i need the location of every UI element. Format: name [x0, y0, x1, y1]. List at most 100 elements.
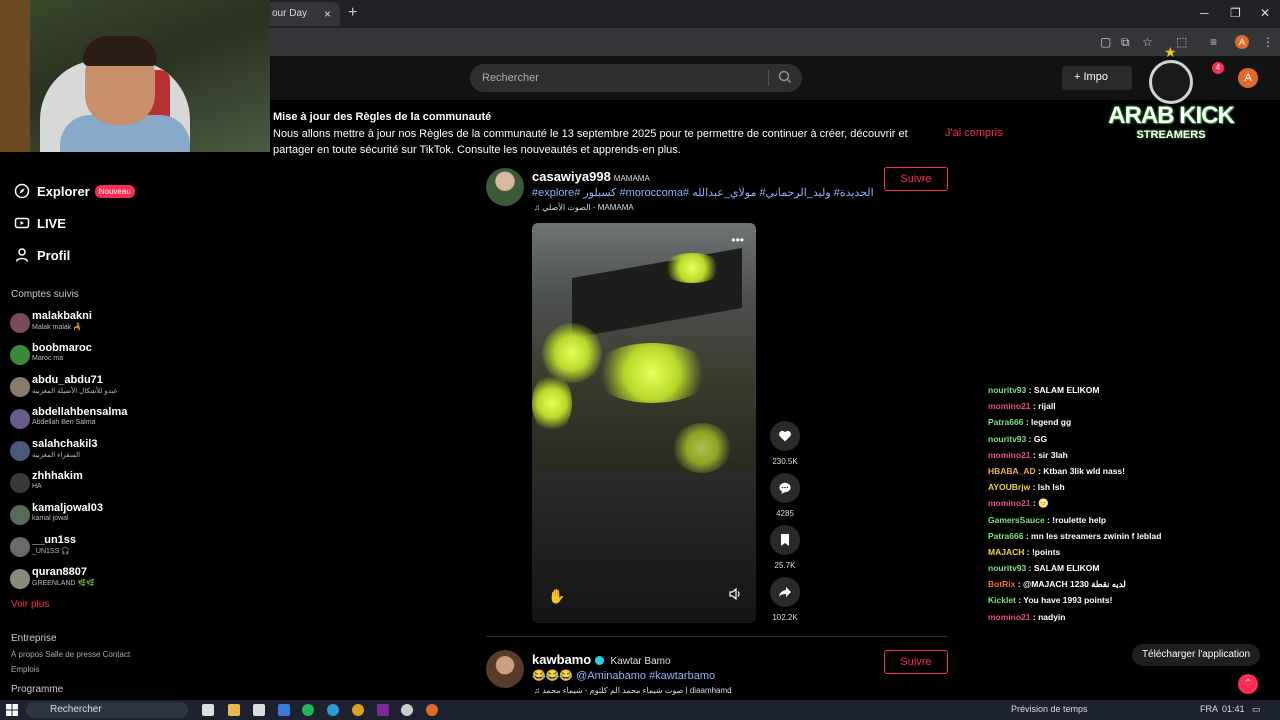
more-options-icon[interactable]: ••• [731, 233, 744, 247]
video-player[interactable]: ••• ✋ [532, 223, 756, 623]
sidebar-account[interactable]: boobmaroc Maroc ma [10, 342, 190, 372]
chat-message: GamersSauce : !roulette help [988, 514, 1107, 525]
chat-message: nouritv93 : SALAM ELIKOM [988, 563, 1100, 574]
post-username: kawbamo [532, 652, 592, 667]
sidebar-account[interactable]: abdu_abdu71 عبدو للأشكال الأصيلة المغربية [10, 374, 190, 404]
translate-icon[interactable]: ⧉ [1121, 35, 1130, 50]
post-author[interactable]: kawbamo Kawtar Bamo [532, 652, 671, 667]
post-author-avatar[interactable] [486, 650, 524, 688]
browser-toolbar: ▢ ⧉ ☆ ⬚ ≡ A ⋮ [270, 28, 1280, 56]
chat-message: Kicklet : You have 1993 points! [988, 595, 1113, 606]
scroll-top-icon[interactable]: ⌃ [1238, 674, 1258, 694]
post-nickname: Kawtar Bamo [610, 656, 671, 667]
weather-widget[interactable]: Prévision de temps [1011, 704, 1088, 714]
sidebar-account[interactable]: __un1ss _UN1SS 🎧 [10, 534, 190, 564]
notice-accept-button[interactable]: J'ai compris [945, 127, 1003, 139]
chrome-icon[interactable] [352, 704, 364, 716]
sidebar-account[interactable]: salahchakil3 السفراء المغربية [10, 438, 190, 468]
sidebar-item-label: Explorer [37, 183, 90, 199]
post-author[interactable]: casawiya998 MAMAMA [532, 169, 650, 184]
sidebar-item-live[interactable]: LIVE [14, 215, 66, 231]
avatar[interactable]: A [1238, 68, 1258, 88]
arab-kick-streamers-logo: ★ ARAB KICK STREAMERS [1106, 44, 1236, 154]
obs-icon[interactable] [401, 704, 413, 716]
spotify-icon[interactable] [302, 704, 314, 716]
bookmark-star-icon[interactable]: ☆ [1142, 35, 1153, 49]
browser-menu-icon[interactable]: ⋮ [1262, 35, 1274, 49]
company-links[interactable]: À propos Salle de presse Contact [11, 650, 130, 659]
chat-message: Patra666 : legend gg [988, 417, 1072, 428]
chat-text: SALAM ELIKOM [1033, 385, 1100, 395]
volume-icon[interactable] [728, 587, 742, 601]
chat-text: SALAM ELIKOM [1033, 563, 1100, 574]
browser-tabbar: our Day × + ─ ❐ ✕ [270, 0, 1280, 28]
post-caption[interactable]: 😂😂😂 @Aminabamo #kawtarbamo [532, 669, 715, 682]
app-icon[interactable] [278, 704, 290, 716]
minimize-icon[interactable]: ─ [1200, 6, 1209, 20]
new-tab-icon[interactable]: + [348, 4, 357, 22]
sidebar-item-profil[interactable]: Profil [14, 247, 70, 263]
account-name: abdu_abdu71 [32, 374, 103, 386]
avatar [10, 441, 30, 461]
chat-text: @MAJACH 1230 لديه نقطة [1022, 579, 1126, 590]
chat-text: GG [1033, 433, 1048, 444]
following-title: Comptes suivis [11, 289, 79, 300]
windows-start-icon[interactable] [6, 704, 18, 716]
chat-text: rijall [1038, 401, 1056, 412]
file-explorer-icon[interactable] [228, 704, 240, 716]
chat-username: MAJACH [988, 546, 1025, 557]
chat-text: !points [1031, 546, 1061, 557]
account-nickname: kamal jowal [32, 515, 69, 522]
notice-title: Mise à jour des Règles de la communauté [273, 111, 492, 123]
see-more-link[interactable]: Voir plus [11, 599, 49, 610]
post-music[interactable]: ♫ صوت شيماء محمد الم كلثوم - شيماء محمد … [534, 686, 732, 695]
post-music[interactable]: ♫ الصوت الأصلي - MAMAMA [534, 203, 634, 212]
save-action[interactable]: 25.7K [770, 525, 800, 570]
store-icon[interactable] [253, 704, 265, 716]
jobs-link[interactable]: Emplois [11, 665, 39, 674]
account-nickname: GREENLAND 🌿🌿 [32, 580, 95, 587]
account-name: zhhhakim [32, 470, 83, 482]
follow-button[interactable]: Suivre [884, 167, 948, 191]
chat-username: nouritv93 [988, 433, 1027, 444]
download-app-button[interactable]: Télécharger l'application [1132, 644, 1260, 666]
follow-button[interactable]: Suivre [884, 650, 948, 674]
avatar [10, 537, 30, 557]
app-icon[interactable] [377, 704, 389, 716]
share-action[interactable]: 102.2K [770, 577, 800, 622]
extensions-icon[interactable]: ⬚ [1176, 35, 1187, 49]
tab-search-icon[interactable]: ≡ [1210, 35, 1217, 49]
close-window-icon[interactable]: ✕ [1260, 6, 1270, 20]
sidebar-account[interactable]: quran8807 GREENLAND 🌿🌿 [10, 566, 190, 596]
chrome-profile-icon[interactable] [426, 704, 438, 716]
verified-icon [594, 656, 604, 666]
language-indicator[interactable]: FRA [1200, 704, 1218, 714]
search-input[interactable]: Rechercher [482, 72, 539, 84]
sidebar-account[interactable]: abdellahbensalma Abdellah Ben Salma [10, 406, 190, 436]
stream-chat-overlay: nouritv93 : SALAM ELIKOM momino21 : rijal… [988, 382, 1268, 625]
browser-profile-avatar[interactable]: A [1235, 35, 1249, 49]
like-action[interactable]: 230.5K [770, 421, 800, 466]
tab-close-icon[interactable]: × [324, 7, 331, 21]
post-caption[interactable]: #explore# كسبلور #moroccoma# الجديدة# ول… [532, 186, 874, 199]
program-title: Programme [11, 684, 64, 695]
search-icon[interactable] [778, 70, 792, 84]
chat-text: sir 3lah [1038, 449, 1068, 460]
sidebar-account[interactable]: zhhhakim HA [10, 470, 190, 500]
sidebar-item-explorer[interactable]: Explorer Nouveau [14, 183, 135, 199]
task-view-icon[interactable] [202, 704, 214, 716]
notification-center-icon[interactable]: ▭ [1252, 704, 1261, 715]
post-author-avatar[interactable] [486, 168, 524, 206]
edge-icon[interactable] [327, 704, 339, 716]
sidebar-account[interactable]: malakbakni Malak malak 🦂 [10, 310, 190, 340]
cast-icon[interactable]: ▢ [1100, 35, 1111, 49]
sidebar-account[interactable]: kamaljowal03 kamal jowal [10, 502, 190, 532]
chat-username: HBABA_AD [988, 465, 1036, 476]
restore-icon[interactable]: ❐ [1230, 6, 1241, 20]
taskbar-search[interactable]: Rechercher [26, 702, 188, 718]
comment-action[interactable]: 4285 [770, 473, 800, 518]
search-bar[interactable]: Rechercher [470, 64, 802, 92]
browser-tab[interactable]: our Day × [270, 2, 340, 26]
clock[interactable]: 01:41 [1222, 704, 1245, 714]
comment-count: 4285 [776, 509, 794, 518]
